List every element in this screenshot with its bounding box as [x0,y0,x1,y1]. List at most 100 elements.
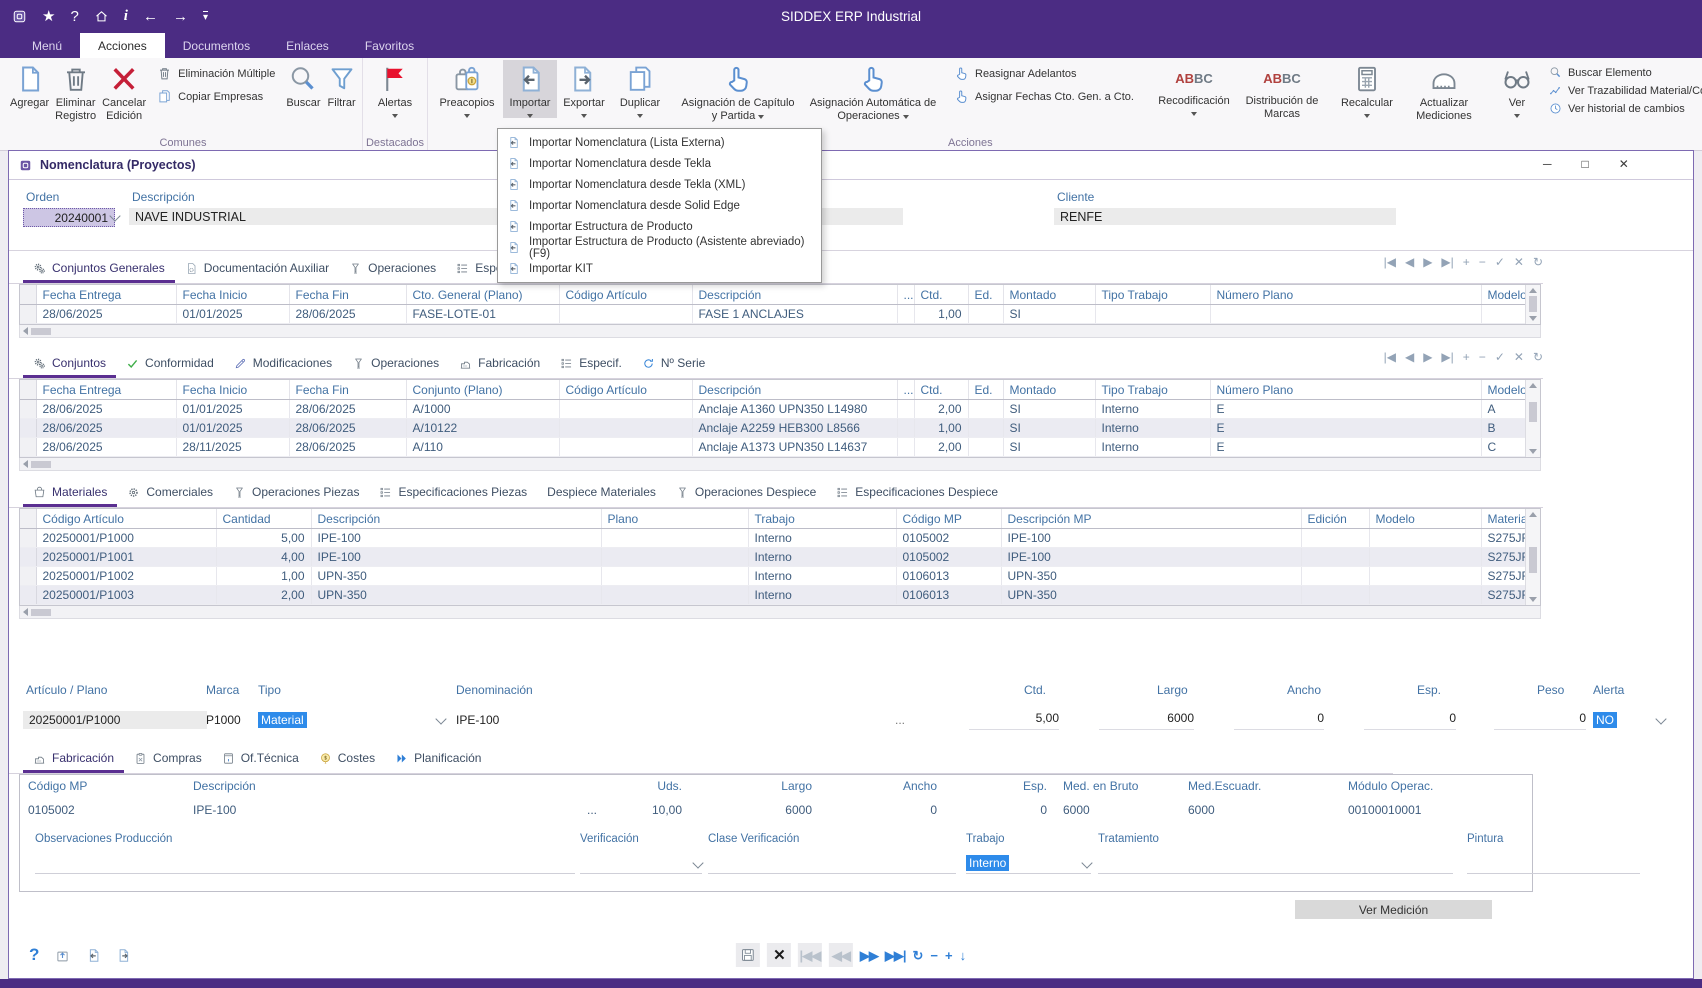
cell[interactable] [897,305,914,324]
cell[interactable] [1095,305,1210,324]
table-row[interactable]: 28/06/202501/01/202528/06/2025FASE-LOTE-… [20,305,1526,324]
import-doc-icon[interactable] [86,948,101,963]
menu-item-importar-nomenclatura-tekla[interactable]: Importar Nomenclatura desde Tekla [498,153,821,174]
nav-remove-button[interactable]: − [1479,351,1486,363]
scroll-down-icon[interactable] [1529,597,1537,602]
column-header[interactable]: Tipo Trabajo [1095,285,1210,305]
column-header[interactable]: Ctd. [914,380,968,400]
verificacion-field[interactable] [580,853,702,874]
filtrar-button[interactable]: Filtrar [324,60,360,110]
nav-last-button[interactable]: ▶| [1441,351,1453,363]
column-header[interactable]: Código MP [896,509,1001,529]
column-header[interactable]: Uds. [605,775,690,795]
cell[interactable]: 28/06/2025 [289,305,406,324]
tab-especificaciones-piezas[interactable]: Especificaciones Piezas [369,480,537,507]
cell[interactable]: Interno [748,586,896,605]
nav-cancel-button[interactable]: ✕ [1514,351,1524,363]
cell[interactable]: 4,00 [216,548,311,567]
cell[interactable]: UPN-350 [1001,567,1301,586]
cell[interactable] [1369,529,1481,548]
cell[interactable]: FASE 1 ANCLAJES [692,305,897,324]
column-header[interactable]: Ctd. [914,285,968,305]
cancel-button[interactable]: ✕ [767,943,791,967]
column-header[interactable]: Número Plano [1210,285,1481,305]
column-header[interactable]: Descripción [185,775,555,795]
column-header[interactable]: Materia [1481,509,1526,529]
recalcular-button[interactable]: Recalcular [1332,60,1402,118]
horizontal-scrollbar[interactable] [19,458,1541,471]
column-header[interactable]: Ed. [968,285,1003,305]
forward-icon[interactable]: → [173,9,188,24]
tab-materiales[interactable]: Materiales [23,480,117,507]
largo-field[interactable]: 6000 [1099,711,1194,730]
cell[interactable]: 10,00 [605,795,690,819]
column-header[interactable]: Número Plano [1210,380,1481,400]
cell[interactable]: 20250001/P1001 [36,548,216,567]
menu-tab-menu[interactable]: Menú [14,33,80,58]
nav-first-button[interactable]: |◀ [1384,256,1396,268]
column-header[interactable]: Edición [1301,509,1369,529]
cell[interactable]: IPE-100 [311,529,601,548]
cell[interactable]: UPN-350 [311,567,601,586]
trabajo-field[interactable]: Interno [966,853,1091,874]
cell[interactable]: 01/01/2025 [176,305,289,324]
cell[interactable]: 2,00 [914,400,968,419]
alerta-dropdown-icon[interactable] [1655,713,1666,724]
table-row[interactable]: 20250001/P10014,00IPE-100Interno0105002I… [20,548,1526,567]
scrollbar-thumb[interactable] [1529,402,1537,422]
scroll-down-icon[interactable] [1529,449,1537,454]
copiar-empresas-button[interactable]: Copiar Empresas [157,89,275,104]
tab-conjuntos[interactable]: Conjuntos [23,351,116,378]
table-row[interactable]: 20250001/P10021,00UPN-350Interno0106013U… [20,567,1526,586]
cell[interactable]: IPE-100 [1001,548,1301,567]
nav-refresh-button[interactable]: ↻ [1533,256,1543,268]
cell[interactable] [1301,567,1369,586]
tipo-dropdown-icon[interactable] [435,713,446,724]
scrollbar-thumb[interactable] [31,609,51,616]
cell[interactable] [1301,586,1369,605]
column-header[interactable]: Med. en Bruto [1055,775,1180,795]
buscar-button[interactable]: Buscar [283,60,323,110]
exportar-button[interactable]: Exportar [557,60,611,118]
help-icon[interactable]: ? [70,9,78,24]
tab-despiece-materiales[interactable]: Despiece Materiales [537,480,666,507]
cell[interactable]: 01/01/2025 [176,400,289,419]
cell[interactable]: 0105002 [896,529,1001,548]
move-down-button[interactable]: ↓ [960,949,967,962]
column-header[interactable] [20,285,36,305]
column-header[interactable]: Descripción [692,380,897,400]
cell[interactable]: 20250001/P1002 [36,567,216,586]
ver-historial-button[interactable]: Ver historial de cambios [1549,102,1702,115]
cell[interactable] [897,438,914,457]
tab-compras[interactable]: Compras [124,746,212,773]
cell[interactable] [20,400,36,419]
actualizar-mediciones-button[interactable]: Actualizar Mediciones [1402,60,1486,122]
nav-next-button[interactable]: ▶ [1423,351,1432,363]
tab-conformidad[interactable]: Conformidad [116,351,224,378]
cell[interactable]: 28/06/2025 [36,305,176,324]
column-header[interactable]: Cto. General (Plano) [406,285,559,305]
cell[interactable] [897,400,914,419]
tab-documentacion-auxiliar[interactable]: Documentación Auxiliar [175,256,339,283]
column-header[interactable]: Ed. [968,380,1003,400]
tab-conjuntos-generales[interactable]: Conjuntos Generales [23,256,175,283]
denominacion-value[interactable]: IPE-100 [456,711,499,729]
minimize-icon[interactable]: ─ [1543,157,1552,171]
menu-tab-favoritos[interactable]: Favoritos [347,33,432,58]
tab-costes[interactable]: Costes [309,746,385,773]
cell[interactable] [1301,548,1369,567]
recodificacion-button[interactable]: ABBC Recodificación [1149,60,1239,116]
column-header[interactable]: Fecha Fin [289,380,406,400]
alerta-field[interactable]: NO [1593,711,1617,729]
cell[interactable] [601,567,748,586]
alertas-button[interactable]: Alertas [366,60,424,118]
cell[interactable]: 28/06/2025 [289,438,406,457]
home-icon[interactable] [94,9,109,24]
cell[interactable]: 01/01/2025 [176,419,289,438]
esp-field[interactable]: 0 [1364,711,1456,730]
prev-record-button[interactable]: ◀◀ [829,943,853,967]
cell[interactable]: 00100010001 [1340,795,1520,819]
cell[interactable]: 2,00 [216,586,311,605]
asignacion-automatica-button[interactable]: Asignación Automática de Operaciones [800,60,946,122]
cell[interactable] [968,305,1003,324]
